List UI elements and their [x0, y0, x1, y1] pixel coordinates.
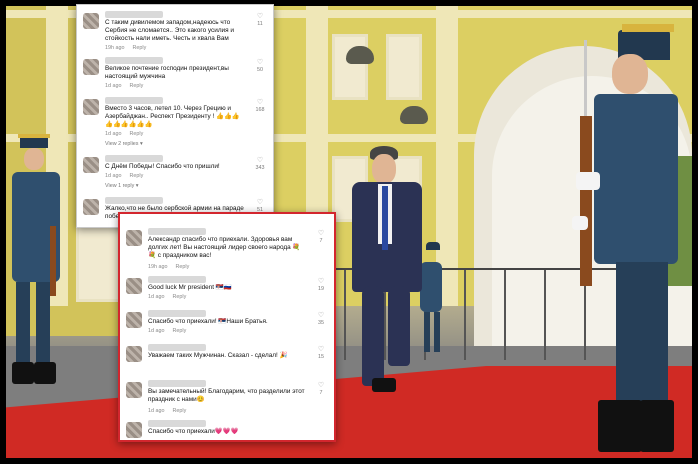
username-blurred	[148, 276, 206, 283]
avatar	[126, 278, 142, 294]
comment-time: 1d ago	[148, 408, 165, 414]
like-button[interactable]: ♡ 15	[314, 346, 328, 361]
heart-outline-icon: ♡	[256, 59, 264, 66]
heart-outline-icon: ♡	[256, 199, 264, 206]
view-replies-button[interactable]: View 2 replies ▾	[105, 141, 143, 147]
comment-text: Вместо 3 часов, летел 10. Через Грецию и…	[105, 105, 240, 128]
comment-item: С таким дивилемом западом,надеюсь что Се…	[77, 11, 273, 51]
view-replies-button[interactable]: View 1 reply ▾	[105, 183, 138, 189]
like-count: 7	[319, 390, 323, 396]
comment-text: Спасибо что приехали! 🇷🇸Наши Братья.	[148, 318, 268, 325]
like-count: 15	[318, 354, 324, 360]
reply-button[interactable]: Reply	[130, 173, 144, 179]
comment-panel-top: С таким дивилемом западом,надеюсь что Се…	[76, 4, 274, 228]
comment-item: С Днём Победы! Спасибо что пришли! 1d ag…	[77, 155, 273, 193]
heart-outline-icon: ♡	[317, 346, 325, 353]
like-button[interactable]: ♡ 7	[314, 230, 328, 245]
username-blurred	[148, 310, 206, 317]
comment-text: Уважаем таких Мужчинaн. Сказал - сделал!…	[148, 352, 288, 359]
reply-button[interactable]: Reply	[130, 131, 144, 137]
username-blurred	[148, 380, 206, 387]
comment-item: Вы замечательный! Благодарим, что раздел…	[120, 380, 334, 416]
like-button[interactable]: ♡ 35	[314, 312, 328, 327]
comment-time: 19h ago	[148, 264, 168, 270]
window	[386, 34, 422, 100]
username-blurred	[105, 97, 163, 104]
heart-outline-icon: ♡	[317, 278, 325, 285]
like-button[interactable]: ♡ 168	[253, 99, 267, 114]
comment-item: Спасибо что приехали! 🇷🇸Наши Братья. 1d …	[120, 310, 334, 340]
avatar	[126, 382, 142, 398]
like-button[interactable]: ♡ 7	[314, 382, 328, 397]
username-blurred	[148, 420, 206, 427]
avatar	[126, 312, 142, 328]
avatar	[83, 157, 99, 173]
comment-text: Спасибо что приехали💗💗💗	[148, 428, 239, 435]
username-blurred	[148, 228, 206, 235]
heart-outline-icon: ♡	[317, 312, 325, 319]
comment-item: Good luck Mr president 🇷🇸🇷🇺 1d ago Reply …	[120, 276, 334, 306]
like-count: 19	[318, 286, 324, 292]
comment-panel-bottom: Александр спасибо что приехали. Здоровья…	[118, 212, 336, 442]
comment-time: 1d ago	[148, 328, 165, 334]
comment-time: 1d ago	[105, 131, 122, 137]
comment-time: 1d ago	[105, 173, 122, 179]
avatar	[83, 59, 99, 75]
comment-text: С таким дивилемом западом,надеюсь что Се…	[105, 19, 234, 42]
avatar	[126, 422, 142, 438]
username-blurred	[105, 57, 163, 64]
like-button[interactable]: ♡ 19	[314, 278, 328, 293]
reply-button[interactable]: Reply	[133, 45, 147, 51]
reply-button[interactable]: Reply	[173, 328, 187, 334]
heart-outline-icon: ♡	[256, 157, 264, 164]
heart-outline-icon: ♡	[256, 13, 264, 20]
reply-button[interactable]: Reply	[130, 83, 144, 89]
like-button[interactable]: ♡ 11	[253, 13, 267, 28]
wall-lamp	[400, 106, 428, 124]
like-count: 50	[257, 67, 263, 73]
comment-item: Великое почтение господин президент,вы н…	[77, 57, 273, 91]
like-count: 343	[255, 165, 265, 171]
reply-button[interactable]: Reply	[173, 408, 187, 414]
username-blurred	[148, 344, 206, 351]
wall-lamp	[346, 46, 374, 64]
reply-button[interactable]: Reply	[176, 264, 190, 270]
heart-outline-icon: ♡	[317, 382, 325, 389]
window	[76, 216, 122, 302]
username-blurred	[105, 197, 163, 204]
username-blurred	[105, 11, 163, 18]
comment-item: Спасибо что приехали💗💗💗	[120, 420, 334, 440]
window	[332, 34, 368, 100]
like-count: 168	[255, 107, 265, 113]
username-blurred	[105, 155, 163, 162]
comment-time: 1d ago	[105, 83, 122, 89]
avatar	[83, 99, 99, 115]
comment-time: 19h ago	[105, 45, 125, 51]
comment-text: Великое почтение господин президент,вы н…	[105, 65, 229, 80]
avatar	[126, 230, 142, 246]
comment-text: Александр спасибо что приехали. Здоровья…	[148, 236, 301, 259]
avatar	[126, 346, 142, 362]
like-button[interactable]: ♡ 50	[253, 59, 267, 74]
reply-button[interactable]: Reply	[173, 294, 187, 300]
comment-time: 1d ago	[148, 294, 165, 300]
like-count: 7	[319, 238, 323, 244]
comment-item: Александр спасибо что приехали. Здоровья…	[120, 228, 334, 274]
pilaster	[436, 6, 458, 306]
comment-text: С Днём Победы! Спасибо что пришли!	[105, 163, 220, 170]
like-count: 11	[257, 21, 263, 27]
heart-outline-icon: ♡	[256, 99, 264, 106]
avatar	[83, 13, 99, 29]
comment-item: Уважаем таких Мужчинaн. Сказал - сделал!…	[120, 344, 334, 374]
comment-item: Вместо 3 часов, летел 10. Через Грецию и…	[77, 97, 273, 151]
heart-outline-icon: ♡	[317, 230, 325, 237]
comment-text: Good luck Mr president 🇷🇸🇷🇺	[148, 284, 232, 291]
comment-text: Вы замечательный! Благодарим, что раздел…	[148, 388, 305, 403]
like-count: 35	[318, 320, 324, 326]
avatar	[83, 199, 99, 215]
like-button[interactable]: ♡ 343	[253, 157, 267, 172]
